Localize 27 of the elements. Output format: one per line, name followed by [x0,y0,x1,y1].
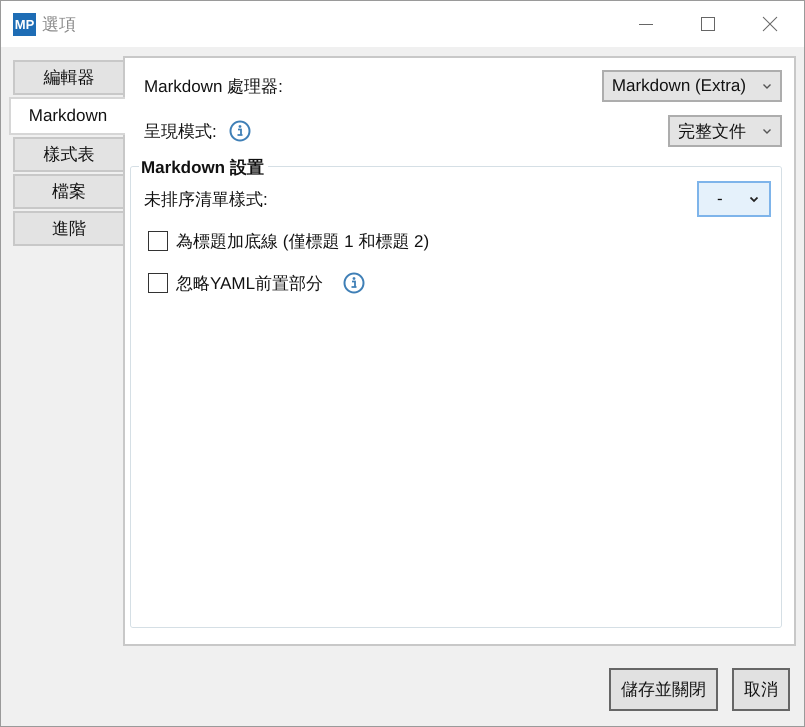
app-logo: MP [13,12,36,36]
window-title: 選項 [42,14,76,36]
tab[interactable]: 編輯器 [13,60,123,95]
tab[interactable]: 樣式表 [13,137,123,172]
info-icon[interactable] [228,120,251,142]
checkbox-label: 忽略YAML前置部分 [176,272,324,294]
dialog-button[interactable]: 儲存並關閉 [609,668,718,711]
dropdown[interactable]: Markdown (Extra) [602,70,782,102]
close-icon[interactable] [762,16,778,32]
dialog-button[interactable]: 取消 [732,668,790,711]
chevron-down-icon [762,82,772,90]
dropdown[interactable]: - [697,181,771,217]
setting-label: Markdown 處理器: [144,76,283,98]
checkbox[interactable] [148,231,168,251]
tab[interactable]: 檔案 [13,174,123,209]
checkbox-label: 為標題加底線 (僅標題 1 和標題 2) [176,230,430,252]
setting-label: 未排序清單樣式: [144,188,268,210]
chevron-down-icon [749,196,759,202]
checkbox[interactable] [148,273,168,293]
setting-label: 呈現模式: [144,120,217,142]
dropdown[interactable]: 完整文件 [668,115,782,147]
chevron-down-icon [762,128,772,134]
maximize-icon[interactable] [700,16,716,32]
tab[interactable]: Markdown [9,97,125,135]
tab[interactable]: 進階 [13,211,123,246]
info-icon[interactable] [343,272,366,294]
group-title: Markdown 設置 [139,156,268,179]
